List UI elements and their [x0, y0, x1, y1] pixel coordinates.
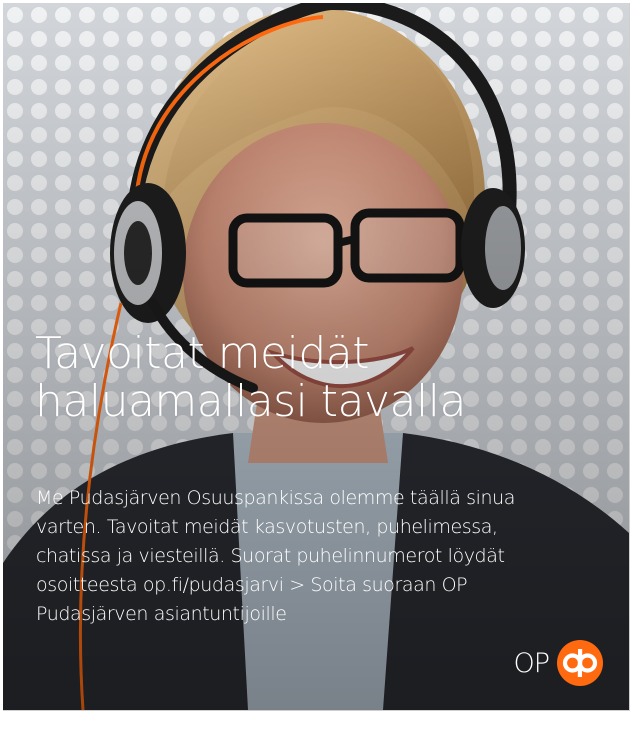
body-line-2: varten. Tavoitat meidät kasvotusten, puh… [36, 516, 498, 538]
body-line-3: chatissa ja viesteillä. Suorat puhelinnu… [36, 545, 505, 567]
body-line-5: Pudasjärven asiantuntijoille [36, 603, 287, 625]
logo-text: OP [513, 647, 550, 679]
headline-line-2: haluamallasi tavalla [35, 376, 466, 427]
headline-line-1: Tavoitat meidät [35, 328, 369, 379]
body-line-1: Me Pudasjärven Osuuspankissa olemme tääl… [36, 487, 516, 509]
op-logo-icon [557, 640, 603, 686]
body-text: Me Pudasjärven Osuuspankissa olemme tääl… [36, 484, 596, 629]
headline: Tavoitat meidät haluamallasi tavalla [35, 330, 466, 426]
body-line-4: osoitteesta op.fi/pudasjarvi > Soita suo… [36, 574, 468, 596]
op-logo: OP [513, 640, 603, 686]
advertisement: Tavoitat meidät haluamallasi tavalla Me … [3, 3, 630, 711]
